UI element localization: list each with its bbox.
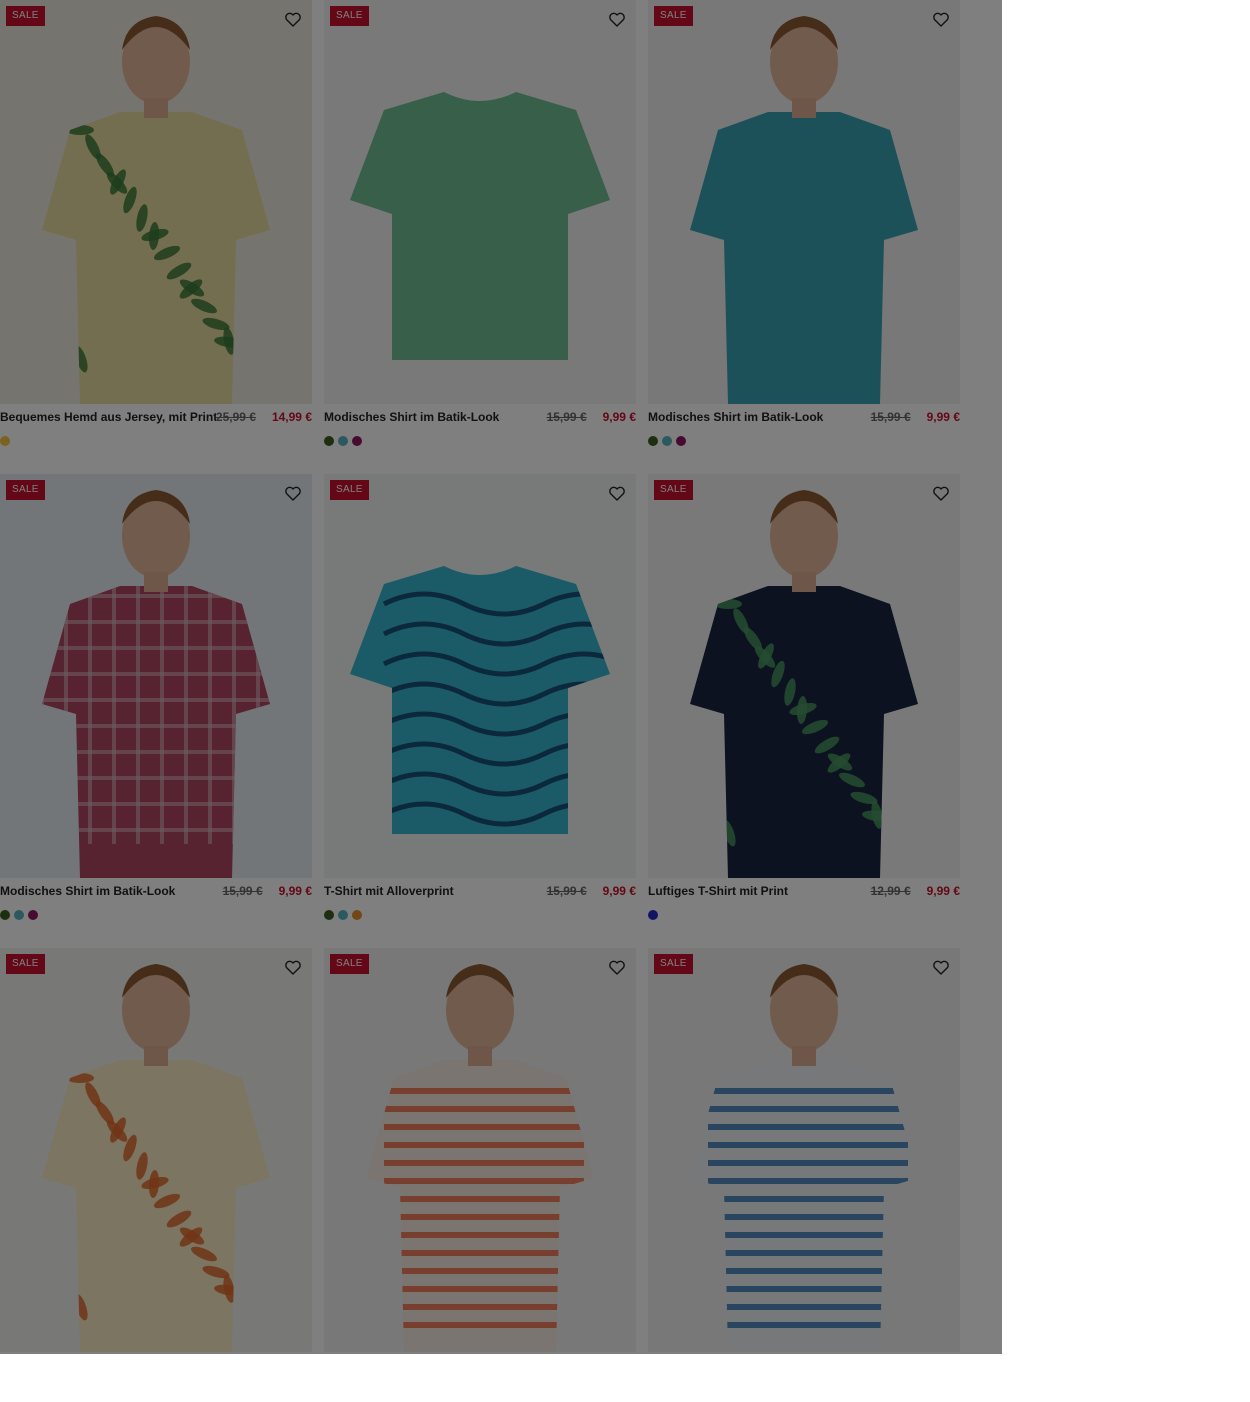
modal-overlay[interactable] xyxy=(0,0,1002,1354)
